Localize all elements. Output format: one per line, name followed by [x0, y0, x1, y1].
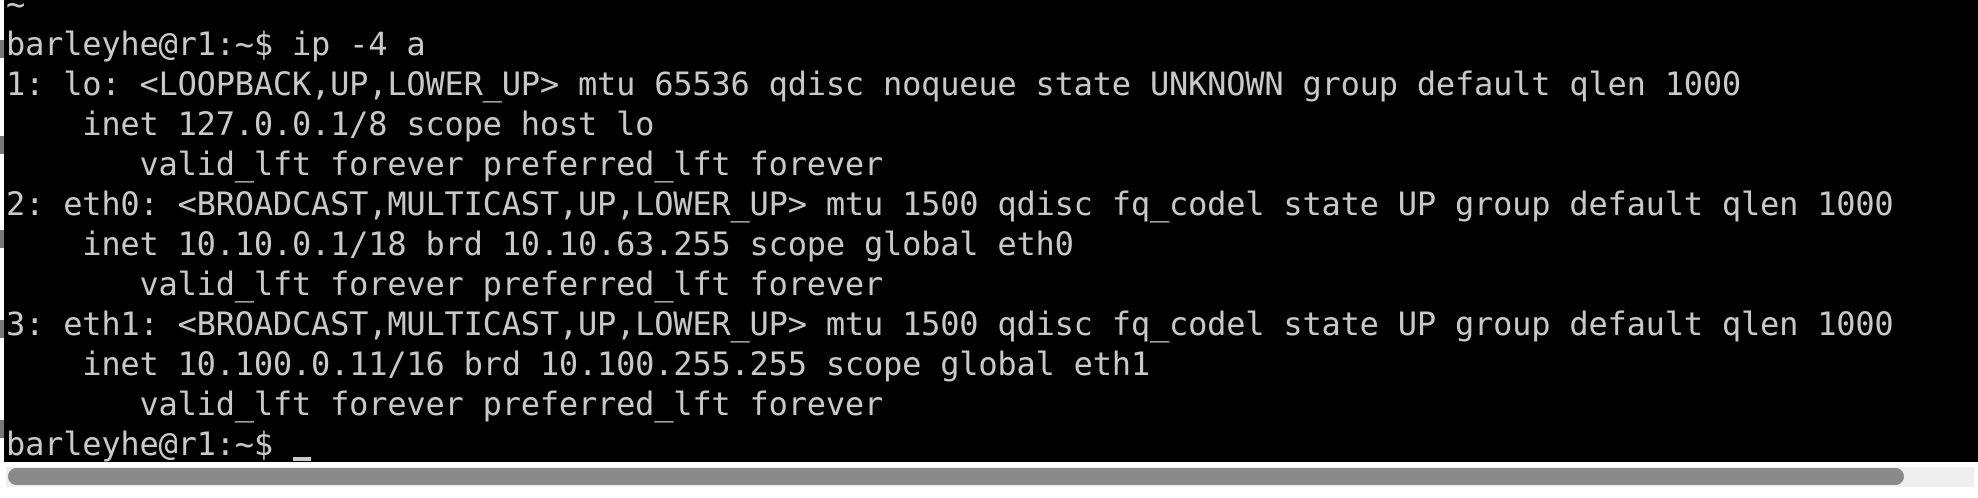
terminal-line-eth1-header: 3: eth1: <BROADCAST,MULTICAST,UP,LOWER_U… [6, 305, 1894, 343]
terminal-line-eth1-valid-lft: valid_lft forever preferred_lft forever [6, 385, 884, 423]
terminal-line-eth1-inet: inet 10.100.0.11/16 brd 10.100.255.255 s… [6, 345, 1150, 383]
terminal-line-previous-fragment: ~ [6, 0, 26, 23]
terminal-line-eth0-header: 2: eth0: <BROADCAST,MULTICAST,UP,LOWER_U… [6, 185, 1894, 223]
terminal-prompt-line[interactable]: barleyhe@r1:~$ [6, 424, 1978, 462]
left-edge-marker [0, 136, 4, 154]
left-edge-marker [0, 40, 4, 58]
text-cursor [293, 457, 311, 461]
terminal-line-eth0-inet: inet 10.10.0.1/18 brd 10.10.63.255 scope… [6, 225, 1074, 263]
left-edge-marker [0, 420, 4, 438]
left-edge-marker [0, 320, 4, 338]
terminal-line-lo-inet: inet 127.0.0.1/8 scope host lo [6, 105, 655, 143]
terminal-line-command: barleyhe@r1:~$ ip -4 a [6, 25, 426, 63]
left-edge-marker [0, 230, 4, 248]
terminal-line-lo-header: 1: lo: <LOOPBACK,UP,LOWER_UP> mtu 65536 … [6, 65, 1741, 103]
terminal-prompt: barleyhe@r1:~$ [6, 425, 292, 462]
terminal-output-area[interactable]: ~ barleyhe@r1:~$ ip -4 a 1: lo: <LOOPBAC… [4, 0, 1978, 462]
terminal-lines: ~ barleyhe@r1:~$ ip -4 a 1: lo: <LOOPBAC… [6, 0, 1978, 462]
horizontal-scrollbar-thumb[interactable] [8, 468, 1904, 485]
terminal-window[interactable]: ~ barleyhe@r1:~$ ip -4 a 1: lo: <LOOPBAC… [0, 0, 1978, 498]
terminal-line-eth0-valid-lft: valid_lft forever preferred_lft forever [6, 265, 884, 303]
terminal-line-lo-valid-lft: valid_lft forever preferred_lft forever [6, 145, 884, 183]
